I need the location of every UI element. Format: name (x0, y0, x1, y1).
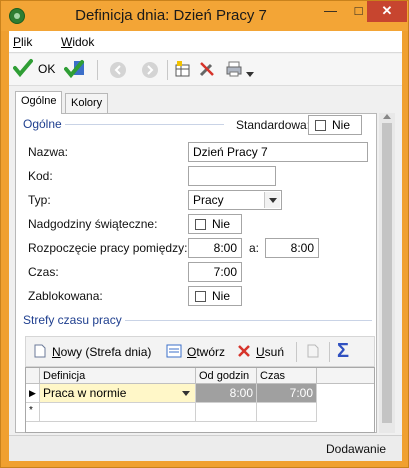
app-window: Definicja dnia: Dzień Pracy 7 — □ ✕ Plik… (0, 0, 409, 468)
open-form-icon (166, 344, 182, 358)
client-area: Plik Widok OK Ogólne Kolory Ogólne Stand… (9, 31, 402, 461)
definition-value: Praca w normie (43, 386, 127, 400)
standard-checkbox[interactable]: Nie (308, 115, 362, 135)
back-icon[interactable] (110, 62, 126, 78)
new-row-cell[interactable] (40, 403, 196, 422)
code-field[interactable] (188, 166, 276, 186)
tab-kolory[interactable]: Kolory (65, 93, 109, 113)
new-row-marker: * (26, 403, 40, 422)
scroll-up-icon[interactable] (383, 114, 391, 119)
work-start-from-field[interactable]: 8:00 (188, 238, 242, 258)
forward-icon[interactable] (142, 62, 158, 78)
checkbox-text: Nie (332, 118, 351, 132)
duration-cell: 7:00 (257, 384, 317, 403)
checkbox-square (315, 120, 326, 131)
status-bar: Dodawanie (9, 435, 402, 461)
locked-label: Zablokowana: (28, 289, 103, 303)
save-check-icon (13, 59, 33, 78)
new-row-cell[interactable] (196, 403, 257, 422)
minimize-button[interactable]: — (317, 1, 344, 22)
column-header-definition[interactable]: Definicja (40, 368, 196, 384)
work-start-label: Rozpoczęcie pracy pomiędzy: (28, 241, 188, 255)
print-icon[interactable] (225, 60, 243, 80)
title-bar[interactable]: Definicja dnia: Dzień Pracy 7 — □ ✕ (1, 1, 408, 31)
new-document-icon (34, 344, 46, 358)
zones-grid: Definicja Od godzin Czas ▶ Praca w normi… (25, 367, 375, 433)
type-label: Typ: (28, 193, 51, 207)
type-select[interactable]: Pracy (188, 190, 282, 210)
sum-icon[interactable]: Σ (337, 340, 349, 363)
toolbar-separator (97, 60, 98, 80)
new-row-cell[interactable] (257, 403, 317, 422)
chevron-down-icon[interactable] (178, 385, 194, 400)
work-start-to-field[interactable]: 8:00 (265, 238, 319, 258)
chevron-down-icon[interactable] (264, 192, 280, 208)
checkbox-text: Nie (212, 289, 231, 303)
name-label: Nazwa: (28, 145, 69, 159)
vertical-scrollbar[interactable] (379, 113, 395, 433)
section-title-zones: Strefy czasu pracy (23, 313, 125, 327)
type-select-value: Pracy (193, 193, 224, 207)
new-zone-button[interactable]: Nowy (Strefa dnia) (34, 344, 151, 359)
status-mode: Dodawanie (326, 442, 387, 456)
from-hour-cell: 8:00 (196, 384, 257, 403)
duration-label: Czas: (28, 265, 59, 279)
dropdown-chevron-icon[interactable] (246, 67, 254, 77)
toolbar-separator (296, 342, 297, 362)
scroll-thumb[interactable] (382, 123, 392, 423)
close-button[interactable]: ✕ (367, 1, 407, 22)
code-label: Kod: (28, 169, 53, 183)
ok-label: OK (38, 62, 56, 76)
work-start-separator: a: (249, 241, 260, 255)
column-header-filler (317, 368, 374, 384)
holiday-overtime-label: Nadgodziny świąteczne: (28, 217, 158, 231)
column-header-from[interactable]: Od godzin (196, 368, 257, 384)
delete-zone-button[interactable]: Usuń (237, 344, 284, 359)
definition-select[interactable]: Praca w normie (40, 384, 196, 403)
document-disabled-icon[interactable] (307, 344, 319, 361)
standard-label: Standardowa: (236, 118, 311, 132)
save-and-new-button[interactable] (64, 58, 86, 79)
column-header-duration[interactable]: Czas (257, 368, 317, 384)
tools-icon[interactable] (198, 60, 216, 80)
duration-field[interactable]: 7:00 (188, 262, 242, 282)
zones-toolbar: Nowy (Strefa dnia) Otwórz Usuń Σ (25, 336, 375, 367)
checkbox-square (195, 291, 206, 302)
window-title: Definicja dnia: Dzień Pracy 7 (75, 7, 267, 24)
delete-icon (238, 345, 250, 357)
toolbar-separator (167, 60, 168, 80)
grid-corner (26, 368, 40, 384)
section-title-general: Ogólne (23, 117, 65, 131)
checkbox-square (195, 219, 206, 230)
holiday-overtime-checkbox[interactable]: Nie (188, 214, 242, 234)
name-field[interactable]: Dzień Pracy 7 (188, 142, 368, 162)
locked-checkbox[interactable]: Nie (188, 286, 242, 306)
tab-ogolne[interactable]: Ogólne (15, 91, 63, 114)
open-zone-button[interactable]: Otwórz (166, 344, 225, 359)
toolbar-separator (329, 342, 330, 362)
menu-widok[interactable]: Widok (61, 35, 94, 49)
menu-plik[interactable]: Plik (13, 35, 32, 49)
row-marker: ▶ (26, 384, 40, 403)
checkbox-text: Nie (212, 217, 231, 231)
save-and-new-icon (64, 60, 84, 79)
menu-bar: Plik Widok (9, 31, 402, 53)
main-toolbar: OK (9, 54, 402, 86)
grid-settings-icon[interactable] (174, 60, 192, 80)
